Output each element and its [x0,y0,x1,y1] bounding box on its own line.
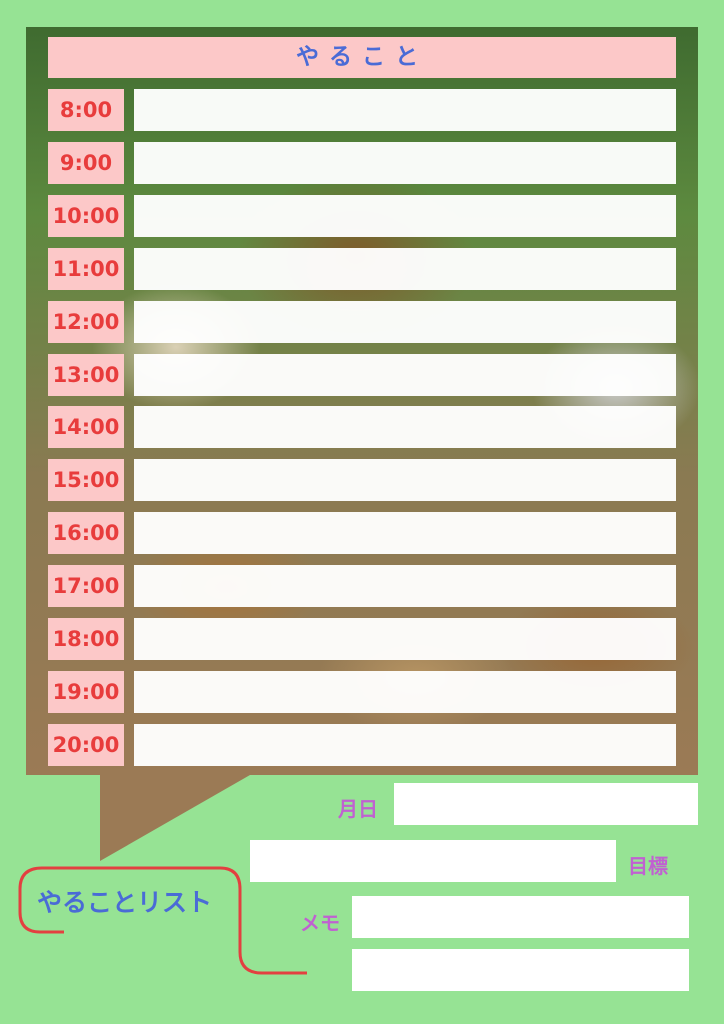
list-callout-frame [18,866,307,975]
list-title: やることリスト [37,888,213,917]
